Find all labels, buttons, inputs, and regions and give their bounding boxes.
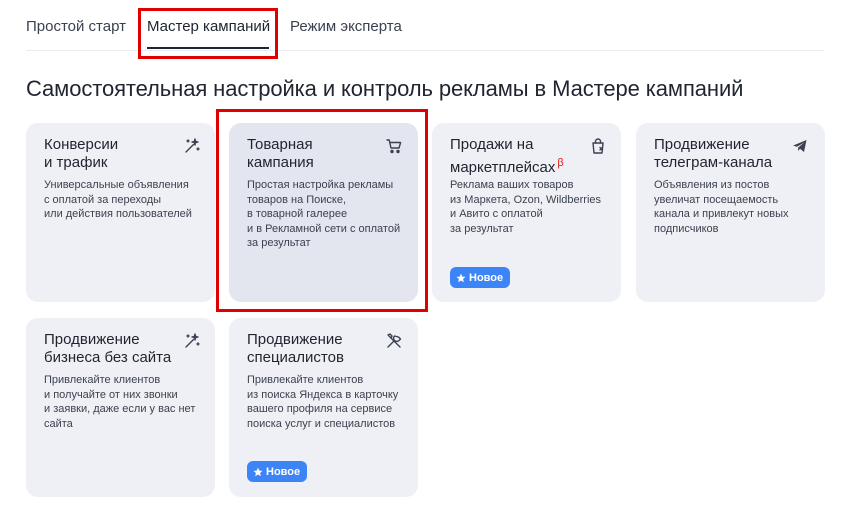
new-badge: Новое	[247, 461, 308, 482]
card-title: Товарная кампания	[247, 136, 314, 171]
star-icon	[456, 273, 466, 282]
card-description: Привлекайте клиентов и получайте от них …	[44, 374, 196, 430]
star-icon	[253, 467, 263, 476]
card-description: Привлекайте клиентов из поиска Яндекса в…	[247, 374, 399, 430]
card-title: Продвижение специалистов	[247, 331, 344, 366]
card-title: Продажи на маркетплейсах β	[450, 136, 564, 176]
active-tab-indicator	[147, 47, 269, 49]
card-product-campaign[interactable]: Товарная кампания Простая настройка рекл…	[229, 123, 418, 302]
card-title: Продвижение бизнеса без сайта	[44, 331, 172, 366]
magic-wand-icon	[183, 332, 201, 350]
shopping-bag-icon	[589, 137, 607, 155]
card-description: Реклама ваших товаров из Маркета, Ozon, …	[450, 179, 602, 235]
magic-wand-icon	[183, 137, 201, 155]
shopping-cart-icon	[385, 137, 403, 155]
card-title: Продвижение телеграм-канала	[654, 136, 773, 171]
card-conversions-traffic[interactable]: Конверсии и трафик Универсальные объявле…	[26, 123, 215, 302]
card-description: Универсальные объявления с оплатой за пе…	[44, 179, 192, 220]
tab-expert-mode[interactable]: Режим эксперта	[290, 18, 402, 35]
card-specialists-promotion[interactable]: Продвижение специалистов Привлекайте кли…	[229, 318, 418, 497]
card-marketplace-sales[interactable]: Продажи на маркетплейсах β Реклама ваших …	[432, 123, 621, 302]
card-telegram-promotion[interactable]: Продвижение телеграм-канала Объявления и…	[636, 123, 825, 302]
card-title: Конверсии и трафик	[44, 136, 119, 171]
telegram-icon	[791, 137, 809, 155]
tabs-divider	[26, 50, 824, 51]
page-title: Самостоятельная настройка и контроль рек…	[26, 76, 744, 101]
card-description: Простая настройка рекламы товаров на Пои…	[247, 179, 401, 249]
tab-simple-start[interactable]: Простой старт	[26, 18, 126, 35]
new-badge: Новое	[450, 267, 511, 288]
mode-tabs: Простой старт Мастер кампаний Режим эксп…	[0, 0, 844, 52]
beta-badge: β	[557, 157, 564, 169]
tab-campaign-wizard[interactable]: Мастер кампаний	[147, 18, 270, 35]
card-description: Объявления из постов увеличат посещаемос…	[654, 179, 789, 235]
tools-icon	[385, 332, 403, 350]
card-business-without-site[interactable]: Продвижение бизнеса без сайта Привлекайт…	[26, 318, 215, 497]
